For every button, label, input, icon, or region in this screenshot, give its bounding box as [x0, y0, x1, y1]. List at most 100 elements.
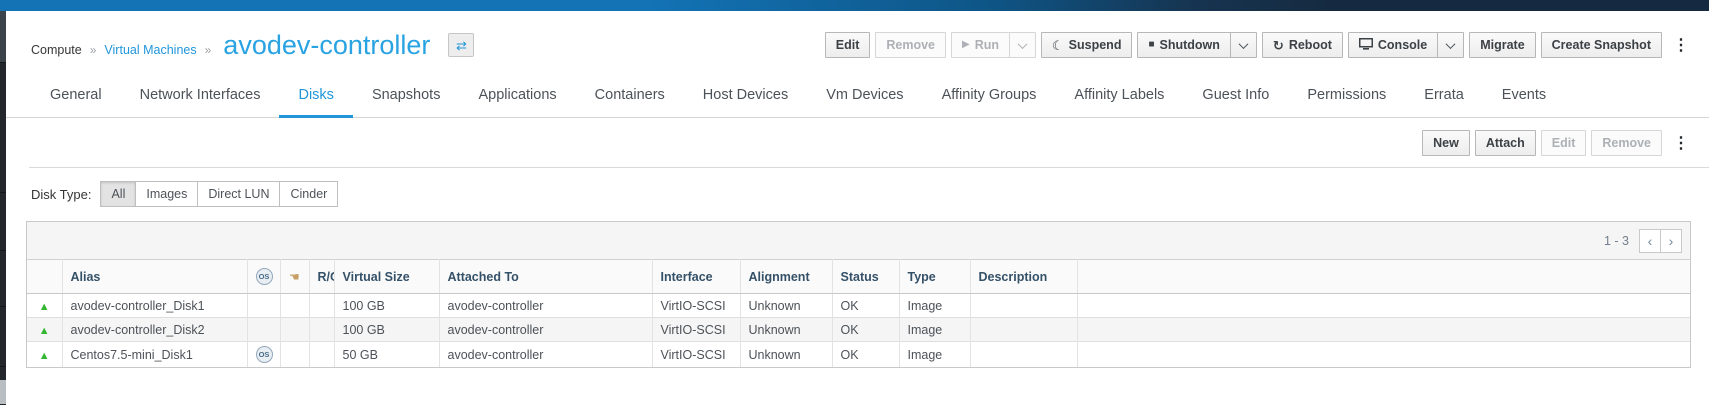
disk-type-label: Disk Type:	[31, 187, 91, 202]
cell-attached-to: avodev-controller	[439, 294, 652, 318]
shutdown-split-button: ■Shutdown	[1137, 32, 1256, 58]
cell-type: Image	[899, 342, 970, 368]
col-description[interactable]: Description	[970, 260, 1077, 294]
cell-status: OK	[832, 294, 899, 318]
disk-up-status-icon: ▲	[39, 301, 50, 313]
swap-arrows-icon: ⇄	[456, 38, 467, 53]
breadcrumb-virtual-machines[interactable]: Virtual Machines	[104, 43, 196, 57]
table-row-disk3[interactable]: ▲ Centos7.5-mini_Disk1 OS 50 GB avodev-c…	[27, 342, 1690, 368]
tab-errata[interactable]: Errata	[1405, 75, 1483, 118]
cell-virtual-size: 100 GB	[334, 294, 439, 318]
col-virtual-size[interactable]: Virtual Size	[334, 260, 439, 294]
suspend-button[interactable]: ☾Suspend	[1041, 32, 1132, 58]
disk-type-images-button[interactable]: Images	[135, 181, 198, 207]
edit-button[interactable]: Edit	[825, 32, 871, 58]
tab-host-devices[interactable]: Host Devices	[684, 75, 807, 118]
collapsed-nav-strip	[0, 11, 6, 405]
disk-up-status-icon: ▲	[39, 350, 50, 362]
cell-alignment: Unknown	[740, 318, 832, 342]
disk-type-button-group: All Images Direct LUN Cinder	[100, 181, 338, 207]
prev-page-button[interactable]: ‹	[1639, 229, 1661, 253]
tab-snapshots[interactable]: Snapshots	[353, 75, 460, 118]
remove-button[interactable]: Remove	[875, 32, 946, 58]
col-os: OS	[247, 260, 280, 294]
console-caret-button[interactable]	[1437, 32, 1464, 58]
console-split-button: Console	[1348, 32, 1464, 58]
tab-affinity-labels[interactable]: Affinity Labels	[1055, 75, 1183, 118]
col-attached-to[interactable]: Attached To	[439, 260, 652, 294]
nav-strip-segment	[0, 251, 6, 307]
cell-type: Image	[899, 294, 970, 318]
vm-kebab-menu-button[interactable]: ⋮	[1667, 35, 1695, 55]
tab-containers[interactable]: Containers	[576, 75, 684, 118]
cell-status: OK	[832, 342, 899, 368]
breadcrumb-compute[interactable]: Compute	[31, 43, 82, 57]
col-ro[interactable]: R/O	[309, 260, 334, 294]
table-header-row: Alias OS ☛ R/O Virtual Size Attached To …	[27, 260, 1690, 294]
run-caret-button[interactable]	[1009, 32, 1036, 58]
cell-virtual-size: 50 GB	[334, 342, 439, 368]
tab-events[interactable]: Events	[1483, 75, 1565, 118]
cell-interface: VirtIO-SCSI	[652, 294, 740, 318]
breadcrumb: Compute » Virtual Machines » avodev-cont…	[31, 30, 474, 61]
edit-disk-button[interactable]: Edit	[1541, 130, 1587, 156]
disk-type-filter: Disk Type: All Images Direct LUN Cinder	[6, 168, 1709, 217]
vm-action-toolbar: Edit Remove ▶Run ☾Suspend ■Shutdown ↻Reb…	[825, 32, 1695, 58]
shutdown-button[interactable]: ■Shutdown	[1137, 32, 1230, 58]
run-button[interactable]: ▶Run	[951, 32, 1010, 58]
stop-square-icon: ■	[1148, 40, 1154, 50]
tab-guest-info[interactable]: Guest Info	[1183, 75, 1288, 118]
os-badge-icon: OS	[256, 346, 273, 363]
col-alignment[interactable]: Alignment	[740, 260, 832, 294]
breadcrumb-separator: »	[90, 43, 97, 57]
pagination-range: 1 - 3	[1604, 234, 1629, 248]
disks-grid: 1 - 3 ‹ › Alias OS ☛ R/O Virtual Size	[26, 221, 1691, 368]
nav-strip-segment	[0, 193, 6, 251]
tab-affinity-groups[interactable]: Affinity Groups	[923, 75, 1056, 118]
attach-disk-button[interactable]: Attach	[1475, 130, 1536, 156]
cell-alias: avodev-controller_Disk2	[62, 318, 247, 342]
chevron-down-icon	[1446, 39, 1456, 49]
nav-strip-segment	[0, 367, 6, 380]
col-filler	[1077, 260, 1690, 294]
tab-general[interactable]: General	[31, 75, 121, 118]
shutdown-caret-button[interactable]	[1230, 32, 1257, 58]
disk-type-cinder-button[interactable]: Cinder	[279, 181, 338, 207]
cell-description	[970, 318, 1077, 342]
col-status-text[interactable]: Status	[832, 260, 899, 294]
tab-vm-devices[interactable]: Vm Devices	[807, 75, 922, 118]
cell-description	[970, 342, 1077, 368]
col-alias[interactable]: Alias	[62, 260, 247, 294]
run-split-button: ▶Run	[951, 32, 1036, 58]
masthead-bar	[0, 0, 1709, 11]
breadcrumb-separator: »	[205, 43, 212, 57]
table-row-disk2[interactable]: ▲ avodev-controller_Disk2 100 GB avodev-…	[27, 318, 1690, 342]
create-snapshot-button[interactable]: Create Snapshot	[1541, 32, 1662, 58]
migrate-button[interactable]: Migrate	[1469, 32, 1535, 58]
tab-applications[interactable]: Applications	[459, 75, 575, 118]
remove-disk-button[interactable]: Remove	[1591, 130, 1662, 156]
disk-type-all-button[interactable]: All	[100, 181, 136, 207]
col-interface[interactable]: Interface	[652, 260, 740, 294]
new-disk-button[interactable]: New	[1422, 130, 1470, 156]
os-badge-icon: OS	[256, 268, 273, 285]
bootable-hand-icon: ☛	[289, 270, 300, 284]
cell-interface: VirtIO-SCSI	[652, 342, 740, 368]
vm-detail-tabs: General Network Interfaces Disks Snapsho…	[6, 75, 1709, 118]
cell-alignment: Unknown	[740, 342, 832, 368]
disks-toolbar: New Attach Edit Remove ⋮	[29, 118, 1709, 168]
disks-kebab-menu-button[interactable]: ⋮	[1667, 133, 1695, 153]
col-type[interactable]: Type	[899, 260, 970, 294]
disk-type-direct-lun-button[interactable]: Direct LUN	[197, 181, 280, 207]
reboot-button[interactable]: ↻Reboot	[1262, 32, 1343, 58]
table-row-disk1[interactable]: ▲ avodev-controller_Disk1 100 GB avodev-…	[27, 294, 1690, 318]
col-status	[27, 260, 62, 294]
edit-vm-name-button[interactable]: ⇄	[448, 33, 474, 57]
col-bootable: ☛	[280, 260, 309, 294]
tab-disks[interactable]: Disks	[279, 75, 352, 118]
cell-alias: avodev-controller_Disk1	[62, 294, 247, 318]
console-button[interactable]: Console	[1348, 32, 1438, 58]
tab-network-interfaces[interactable]: Network Interfaces	[121, 75, 280, 118]
tab-permissions[interactable]: Permissions	[1288, 75, 1405, 118]
next-page-button[interactable]: ›	[1660, 229, 1682, 253]
